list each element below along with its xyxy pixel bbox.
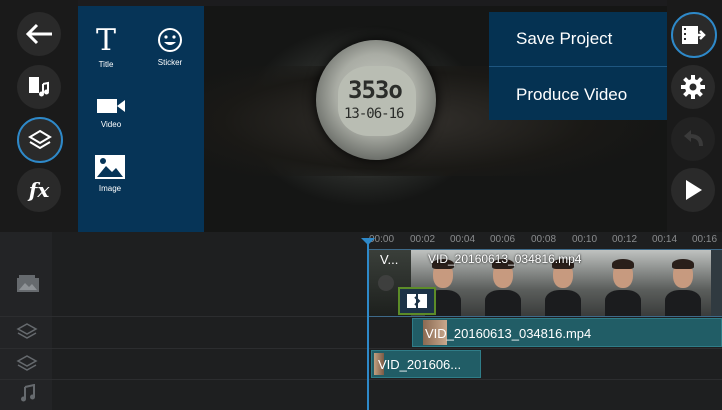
layers-icon	[28, 129, 52, 150]
back-arrow-icon	[25, 23, 52, 45]
small-clip-label: VID_201606...	[378, 357, 462, 372]
clip-thumbnail	[591, 250, 651, 316]
transition-icon	[407, 294, 427, 308]
layer-track-icon	[16, 323, 38, 339]
ruler-tick: 00:04	[450, 234, 476, 245]
media-panel: T Title Sticker Video Image	[78, 6, 204, 232]
menu-item-save-project[interactable]: Save Project	[489, 12, 667, 66]
layers-button[interactable]	[17, 117, 63, 163]
media-item-video[interactable]: Video	[96, 96, 126, 129]
ruler-tick: 00:06	[490, 234, 516, 245]
effects-button[interactable]: fx	[17, 168, 61, 212]
ruler-tick: 00:16	[692, 234, 718, 245]
ruler-tick: 00:02	[410, 234, 436, 245]
clip-handle[interactable]	[378, 275, 394, 291]
fx-icon: fx	[28, 178, 50, 202]
audio-track-icon	[21, 384, 35, 402]
export-button[interactable]	[671, 12, 717, 58]
ruler-tick: 00:08	[531, 234, 557, 245]
track-header-column	[0, 232, 52, 410]
main-clip-short-label: V...	[380, 252, 399, 267]
layer-track-icon	[16, 355, 38, 371]
track-separator	[0, 348, 722, 349]
ruler-tick: 00:10	[572, 234, 598, 245]
media-item-sticker[interactable]: Sticker	[156, 26, 184, 67]
play-button[interactable]	[671, 168, 715, 212]
overlay-clip-label: VID_20160613_034816.mp4	[425, 326, 592, 341]
ruler-tick: 00:14	[652, 234, 678, 245]
video-track-icon	[17, 275, 39, 292]
clip-thumbnail	[651, 250, 711, 316]
gear-icon	[681, 75, 705, 99]
media-item-label: Video	[100, 120, 122, 129]
playhead[interactable]	[367, 238, 369, 410]
media-item-label: Sticker	[157, 58, 183, 67]
undo-icon	[684, 130, 703, 147]
track-separator	[0, 379, 722, 380]
menu-divider	[489, 66, 667, 67]
watch-time: 353o	[348, 76, 403, 104]
media-item-image[interactable]: Image	[94, 154, 126, 193]
title-text-icon: T	[96, 23, 117, 58]
media-item-label: Image	[98, 184, 122, 193]
menu-item-produce-video[interactable]: Produce Video	[489, 68, 667, 122]
back-button[interactable]	[17, 12, 61, 56]
sticker-smiley-icon	[158, 28, 182, 52]
settings-button[interactable]	[671, 65, 715, 109]
undo-button[interactable]	[671, 117, 715, 161]
media-library-icon	[29, 77, 49, 97]
timeline-ruler[interactable]: 00:00 00:02 00:04 00:06 00:08 00:10 00:1…	[362, 232, 722, 246]
ruler-tick: 00:12	[612, 234, 638, 245]
media-button[interactable]	[17, 65, 61, 109]
export-film-icon	[682, 26, 706, 44]
transition-button[interactable]	[398, 287, 436, 315]
main-clip-label: VID_20160613_034816.mp4	[428, 252, 582, 266]
media-item-title[interactable]: T Title	[96, 23, 117, 70]
watch-date: 13-06-16	[344, 106, 404, 122]
playhead-handle[interactable]	[361, 238, 375, 245]
video-camera-icon	[97, 99, 125, 113]
right-toolbar	[667, 0, 722, 232]
left-toolbar: fx	[0, 0, 78, 232]
play-icon	[686, 180, 702, 200]
image-icon	[95, 155, 125, 179]
preview-watch-face: 353o 13-06-16	[338, 66, 416, 136]
media-item-label: Title	[98, 60, 114, 69]
